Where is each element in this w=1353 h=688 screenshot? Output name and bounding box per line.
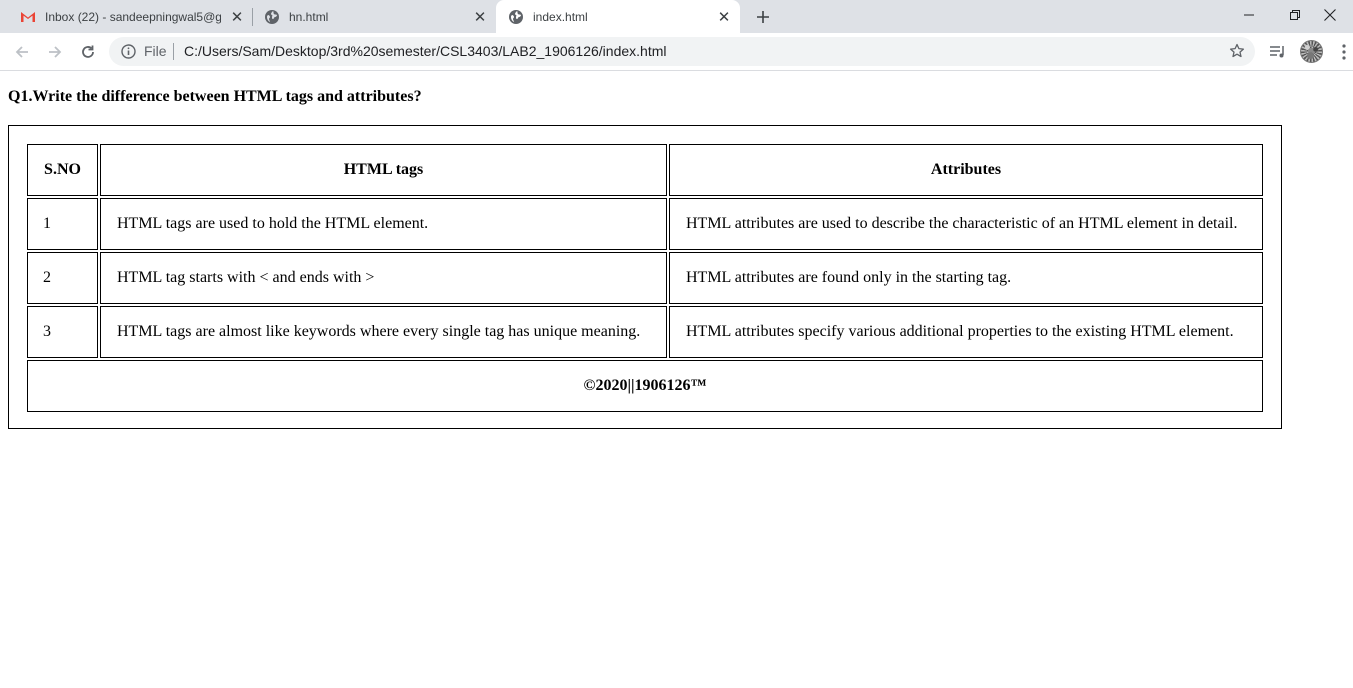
close-tab-icon[interactable]: ✕ [229,9,245,25]
gmail-icon [20,9,36,25]
cell-sno: 3 [27,306,98,358]
comparison-table: S.NO HTML tags Attributes 1 HTML tags ar… [25,142,1265,414]
close-tab-icon[interactable]: ✕ [472,9,488,25]
minimize-window-button[interactable] [1226,0,1272,30]
cell-attributes: HTML attributes specify various addition… [669,306,1263,358]
browser-toolbar: File C:/Users/Sam/Desktop/3rd%20semester… [0,33,1353,71]
header-html-tags: HTML tags [100,144,667,196]
tab-gmail-inbox[interactable]: Inbox (22) - sandeepningwal5@g ✕ [8,0,248,33]
tab-strip: Inbox (22) - sandeepningwal5@g ✕ hn.html… [0,0,1353,33]
table-footer: ©2020||1906126™ [27,360,1263,412]
forward-button[interactable] [43,40,67,64]
tab-title: Inbox (22) - sandeepningwal5@g [45,10,221,24]
cell-html-tags: HTML tag starts with < and ends with > [100,252,667,304]
tab-title: index.html [533,10,588,24]
arrow-right-icon [49,46,62,58]
media-control-icon[interactable] [1268,42,1288,62]
globe-icon [264,9,280,25]
close-window-button[interactable] [1307,0,1353,30]
table-row: 1 HTML tags are used to hold the HTML el… [27,198,1263,250]
table-row: 2 HTML tag starts with < and ends with >… [27,252,1263,304]
menu-icon[interactable] [1334,42,1353,62]
tab-index-html[interactable]: index.html ✕ [496,0,740,33]
table-container: S.NO HTML tags Attributes 1 HTML tags ar… [8,125,1282,429]
cell-attributes: HTML attributes are found only in the st… [669,252,1263,304]
reload-icon [82,45,94,58]
profile-avatar[interactable] [1300,40,1323,63]
question-heading: Q1.Write the difference between HTML tag… [8,88,422,105]
address-divider [173,43,174,60]
cell-html-tags: HTML tags are used to hold the HTML elem… [100,198,667,250]
table-row: 3 HTML tags are almost like keywords whe… [27,306,1263,358]
reload-button[interactable] [76,40,100,64]
new-tab-button[interactable] [752,6,774,28]
cell-sno: 2 [27,252,98,304]
globe-icon [508,9,524,25]
table-header-row: S.NO HTML tags Attributes [27,144,1263,196]
address-url[interactable]: C:/Users/Sam/Desktop/3rd%20semester/CSL3… [184,44,666,59]
star-icon[interactable] [1229,43,1245,59]
cell-sno: 1 [27,198,98,250]
header-sno: S.NO [27,144,98,196]
tab-hn-html[interactable]: hn.html ✕ [252,0,494,33]
info-icon[interactable] [121,44,136,59]
back-button[interactable] [10,40,34,64]
cell-html-tags: HTML tags are almost like keywords where… [100,306,667,358]
arrow-left-icon [15,46,28,58]
address-scheme-label: File [144,43,167,59]
header-attributes: Attributes [669,144,1263,196]
table-footer-row: ©2020||1906126™ [27,360,1263,412]
address-bar[interactable]: File C:/Users/Sam/Desktop/3rd%20semester… [109,37,1255,66]
close-tab-icon[interactable]: ✕ [716,9,732,25]
tab-title: hn.html [289,10,329,24]
cell-attributes: HTML attributes are used to describe the… [669,198,1263,250]
